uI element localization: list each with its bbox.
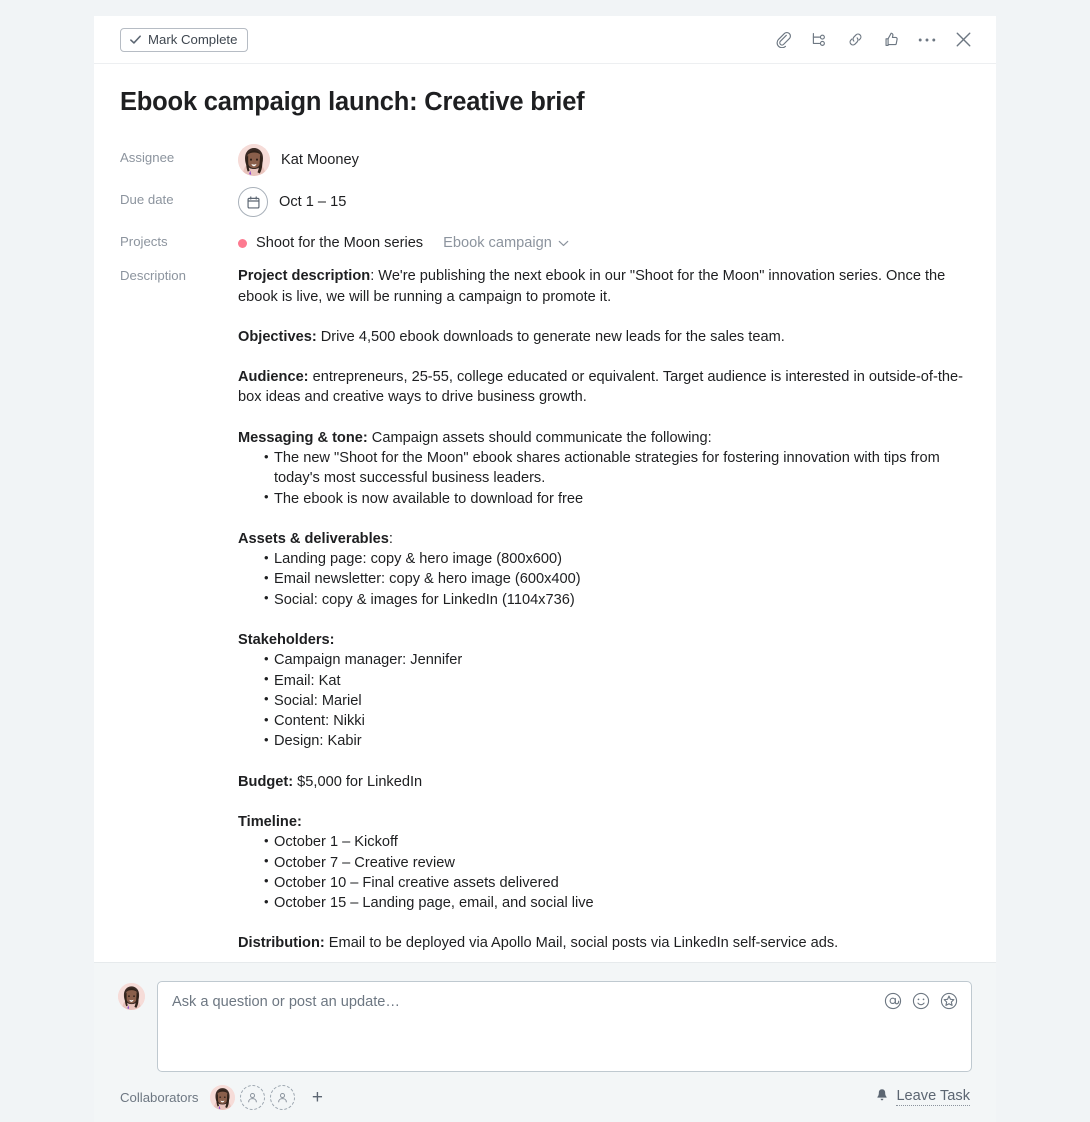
project-name[interactable]: Shoot for the Moon series: [256, 235, 423, 251]
description-paragraph-objectives: Objectives: Drive 4,500 ebook downloads …: [238, 327, 970, 347]
leave-task-button[interactable]: Leave Task: [875, 1088, 970, 1107]
project-description-heading: Project description: [238, 268, 371, 285]
mark-complete-label: Mark Complete: [148, 32, 238, 47]
collaborators-row: Collaborators + Leave Task: [118, 1072, 972, 1122]
task-footer: Ask a question or post an update… Collab…: [94, 962, 996, 1122]
objectives-heading: Objectives:: [238, 328, 317, 345]
projects-row: Projects Shoot for the Moon series Ebook…: [120, 227, 970, 257]
list-item: October 1 – Kickoff: [238, 832, 970, 852]
composer-avatar: [118, 983, 145, 1010]
list-item: October 10 – Final creative assets deliv…: [238, 872, 970, 893]
description-paragraph-audience: Audience: entrepreneurs, 25-55, college …: [238, 367, 970, 408]
list-item: The new "Shoot for the Moon" ebook share…: [238, 448, 970, 489]
project-section-dropdown[interactable]: Ebook campaign: [443, 235, 569, 251]
audience-text: entrepreneurs, 25-55, college educated o…: [238, 369, 963, 406]
comment-input[interactable]: Ask a question or post an update…: [157, 981, 972, 1072]
assignee-value[interactable]: Kat Mooney: [238, 143, 970, 177]
stakeholders-list: Campaign manager: Jennifer Email: Kat So…: [238, 650, 970, 751]
emoji-icon[interactable]: [912, 992, 930, 1010]
comment-composer: Ask a question or post an update…: [118, 981, 972, 1072]
due-date-value[interactable]: Oct 1 – 15: [238, 185, 970, 219]
assignee-label: Assignee: [120, 150, 175, 166]
budget-text: $5,000 for LinkedIn: [293, 773, 423, 790]
calendar-icon: [238, 187, 268, 218]
description-paragraph-distribution: Distribution: Email to be deployed via A…: [238, 933, 970, 953]
collaborators-label: Collaborators: [120, 1089, 199, 1105]
objectives-text: Drive 4,500 ebook downloads to generate …: [316, 328, 785, 345]
assignee-name: Kat Mooney: [281, 152, 359, 169]
list-item: October 7 – Creative review: [238, 852, 970, 873]
task-body: Ebook campaign launch: Creative brief As…: [94, 64, 996, 962]
list-item: Campaign manager: Jennifer: [238, 650, 970, 670]
description-paragraph-stakeholders: Stakeholders:: [238, 630, 970, 650]
due-date-row: Due date Oct 1 – 15: [120, 185, 970, 219]
task-title[interactable]: Ebook campaign launch: Creative brief: [120, 88, 970, 117]
thumbs-up-icon[interactable]: [880, 29, 902, 51]
sticker-icon[interactable]: [940, 992, 958, 1010]
list-item: Design: Kabir: [238, 731, 970, 751]
attach-icon[interactable]: [772, 29, 794, 51]
description-paragraph-messaging: Messaging & tone: Campaign assets should…: [238, 428, 970, 448]
projects-label: Projects: [120, 234, 168, 250]
distribution-text: Email to be deployed via Apollo Mail, so…: [324, 935, 839, 952]
task-header-toolbar: Mark Complete: [94, 16, 996, 64]
list-item: Landing page: copy & hero image (800x600…: [238, 549, 970, 569]
assignee-row: Assignee Kat Mooney: [120, 143, 970, 177]
description-paragraph-budget: Budget: $5,000 for LinkedIn: [238, 772, 970, 792]
timeline-list: October 1 – Kickoff October 7 – Creative…: [238, 832, 970, 913]
messaging-text: Campaign assets should communicate the f…: [367, 429, 712, 446]
subtask-icon[interactable]: [808, 29, 830, 51]
avatar: [238, 144, 270, 177]
assets-colon: :: [388, 530, 393, 547]
list-item: Email: Kat: [238, 670, 970, 691]
link-icon[interactable]: [844, 29, 866, 51]
project-section-label: Ebook campaign: [443, 235, 552, 252]
project-color-dot: [238, 238, 247, 248]
assets-list: Landing page: copy & hero image (800x600…: [238, 549, 970, 610]
more-icon[interactable]: [916, 29, 938, 51]
distribution-heading: Distribution:: [238, 935, 325, 952]
timeline-heading: Timeline:: [238, 813, 302, 830]
messaging-list: The new "Shoot for the Moon" ebook share…: [238, 448, 970, 509]
list-item: October 15 – Landing page, email, and so…: [238, 893, 970, 913]
chevron-down-icon: [558, 235, 569, 251]
description-paragraph-assets: Assets & deliverables:: [238, 529, 970, 549]
list-item: Social: Mariel: [238, 690, 970, 711]
due-date-text: Oct 1 – 15: [279, 194, 347, 211]
leave-task-label: Leave Task: [896, 1088, 970, 1106]
due-date-label: Due date: [120, 192, 174, 208]
list-item: Social: copy & images for LinkedIn (1104…: [238, 589, 970, 610]
close-icon[interactable]: [952, 29, 974, 51]
projects-value: Shoot for the Moon series Ebook campaign: [238, 227, 970, 257]
collaborator-placeholder-icon[interactable]: [270, 1084, 296, 1110]
add-collaborator-button[interactable]: +: [306, 1086, 328, 1108]
collaborator-avatar[interactable]: [210, 1084, 236, 1110]
budget-heading: Budget:: [238, 773, 294, 790]
list-item: Email newsletter: copy & hero image (600…: [238, 569, 970, 589]
list-item: The ebook is now available to download f…: [238, 488, 970, 509]
description-paragraph-project: Project description: We're publishing th…: [238, 266, 970, 307]
mention-icon[interactable]: [884, 992, 902, 1010]
stakeholders-heading: Stakeholders:: [238, 631, 335, 648]
assets-heading: Assets & deliverables: [238, 530, 389, 547]
messaging-heading: Messaging & tone:: [238, 429, 368, 446]
description-body[interactable]: Project description: We're publishing th…: [238, 266, 970, 953]
task-detail-card: Mark Complete Ebook campaign launch: Cre…: [94, 16, 996, 1122]
check-icon: [129, 33, 142, 46]
description-row: Description Project description: We're p…: [120, 266, 970, 953]
composer-toolbar: [884, 992, 958, 1010]
comment-placeholder: Ask a question or post an update…: [172, 994, 400, 1010]
description-label: Description: [120, 268, 186, 284]
list-item: Content: Nikki: [238, 711, 970, 731]
mark-complete-button[interactable]: Mark Complete: [120, 27, 249, 52]
collaborator-placeholder-icon[interactable]: [240, 1084, 266, 1110]
header-action-group: [772, 29, 974, 51]
audience-heading: Audience:: [238, 369, 309, 386]
bell-icon: [875, 1088, 889, 1107]
description-paragraph-timeline: Timeline:: [238, 812, 970, 832]
